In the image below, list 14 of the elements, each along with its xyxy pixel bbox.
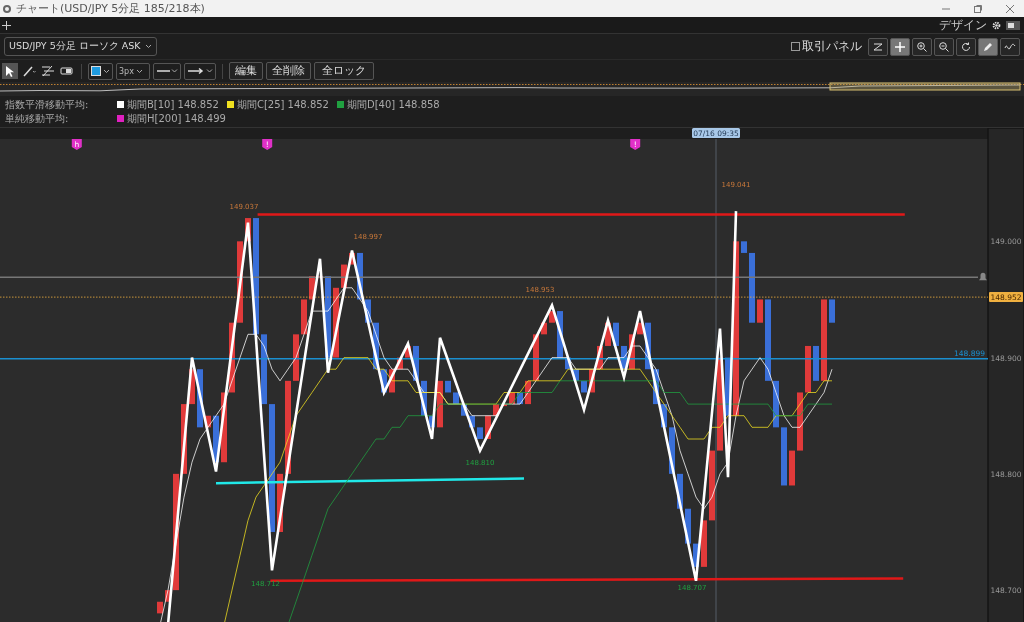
line-width-dropdown[interactable]: 3px bbox=[116, 62, 150, 80]
action-button[interactable]: 全削除 bbox=[266, 62, 311, 80]
legend-item: 期間B[10] 148.852 bbox=[127, 97, 219, 112]
action-button[interactable]: 編集 bbox=[229, 62, 263, 80]
legend-item: 期間H[200] 148.499 bbox=[127, 111, 226, 126]
action-button[interactable]: 全ロック bbox=[314, 62, 374, 80]
legend-group-label: 単純移動平均: bbox=[5, 111, 70, 126]
legend-item: 期間D[40] 148.858 bbox=[346, 97, 440, 112]
window-title: チャート(USD/JPY 5分足 185/218本) bbox=[16, 1, 205, 16]
symbol-dropdown[interactable]: USD/JPY 5分足 ローソク ASK bbox=[4, 37, 157, 56]
legend-item: 期間C[25] 148.852 bbox=[236, 97, 329, 112]
design-label[interactable]: デザイン bbox=[939, 16, 987, 34]
trade-panel-label[interactable]: 取引パネル bbox=[802, 38, 862, 55]
legend-group-label: 指数平滑移動平均: bbox=[5, 97, 90, 112]
